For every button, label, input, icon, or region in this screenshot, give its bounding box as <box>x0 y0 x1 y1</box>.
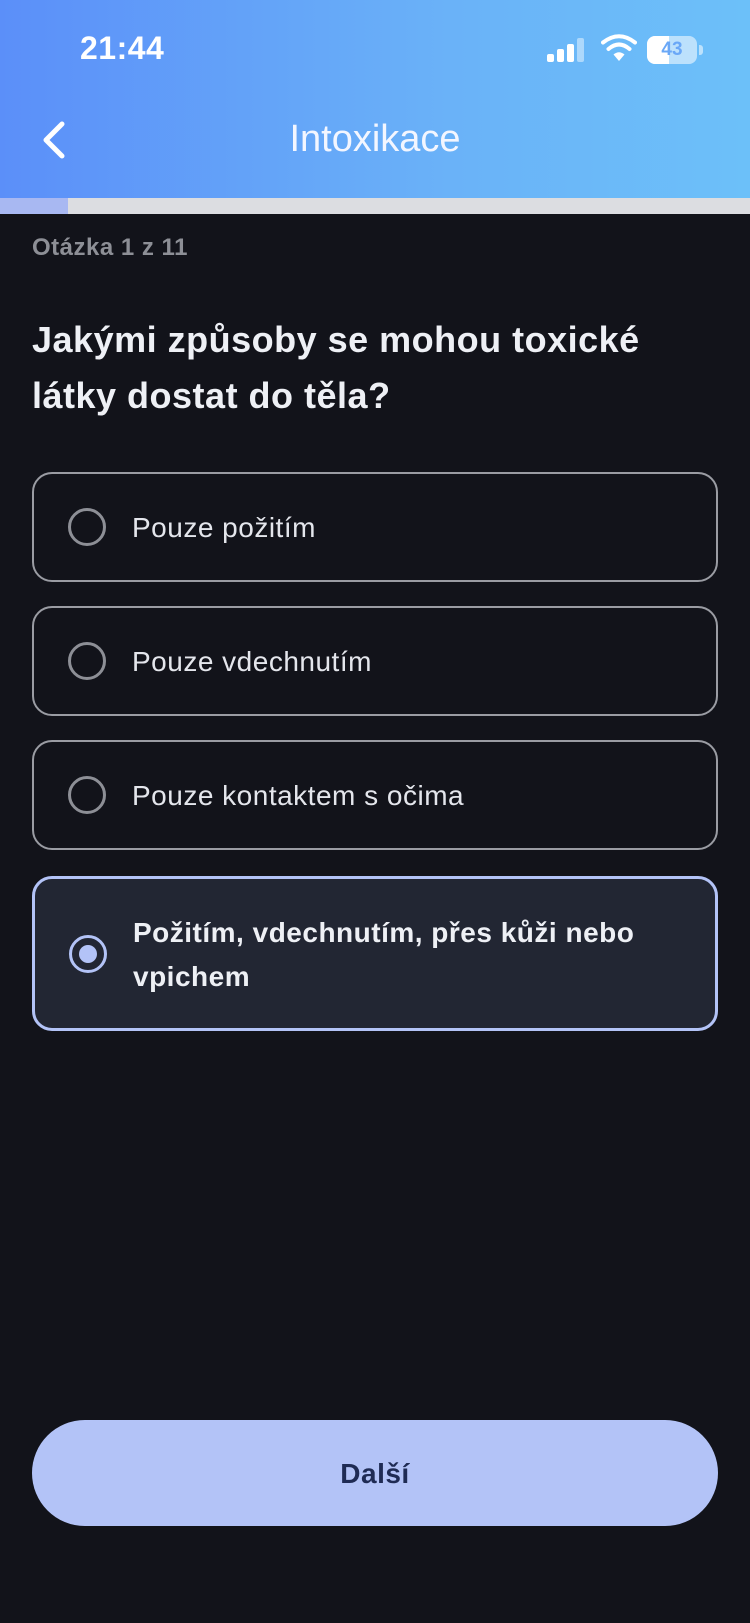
signal-bar <box>577 38 584 62</box>
question-text: Jakými způsoby se mohou toxické látky do… <box>32 319 640 416</box>
answer-option[interactable]: Pouze vdechnutím <box>32 606 718 716</box>
progress-fill <box>0 198 69 214</box>
answer-option-label: Pouze kontaktem s očima <box>132 780 465 811</box>
header: 21:44 43 Intoxikace <box>0 0 750 198</box>
wifi-icon <box>601 34 637 62</box>
signal-bar <box>547 54 554 62</box>
answer-option-label: Požitím, vdechnutím, přes kůži nebo vpic… <box>133 917 635 992</box>
battery-tip <box>699 45 703 55</box>
battery-body: 43 <box>647 36 697 64</box>
answer-option-label: Pouze požitím <box>132 512 316 543</box>
battery-level: 43 <box>661 39 683 60</box>
radio-button-icon[interactable] <box>68 776 106 814</box>
answer-option-label: Pouze vdechnutím <box>132 646 372 677</box>
status-time: 21:44 <box>80 30 165 66</box>
next-button[interactable]: Další <box>32 1420 718 1526</box>
progress-bar <box>0 198 750 214</box>
status-bar: 21:44 43 <box>0 0 750 100</box>
cellular-signal-icon <box>547 38 585 62</box>
battery-icon: 43 <box>647 36 703 64</box>
next-button-label: Další <box>340 1458 410 1489</box>
radio-button-icon[interactable] <box>68 642 106 680</box>
page-title: Intoxikace <box>289 118 461 160</box>
radio-button-icon[interactable] <box>68 508 106 546</box>
answer-option[interactable]: Pouze kontaktem s očima <box>32 740 718 850</box>
answer-option-selected[interactable]: Požitím, vdechnutím, přes kůži nebo vpic… <box>32 876 718 1031</box>
signal-bar <box>567 44 574 62</box>
radio-dot <box>79 945 97 963</box>
signal-bar <box>557 49 564 62</box>
radio-button-selected-icon[interactable] <box>69 935 107 973</box>
answer-option[interactable]: Pouze požitím <box>32 472 718 582</box>
question-counter: Otázka 1 z 11 <box>32 234 188 261</box>
